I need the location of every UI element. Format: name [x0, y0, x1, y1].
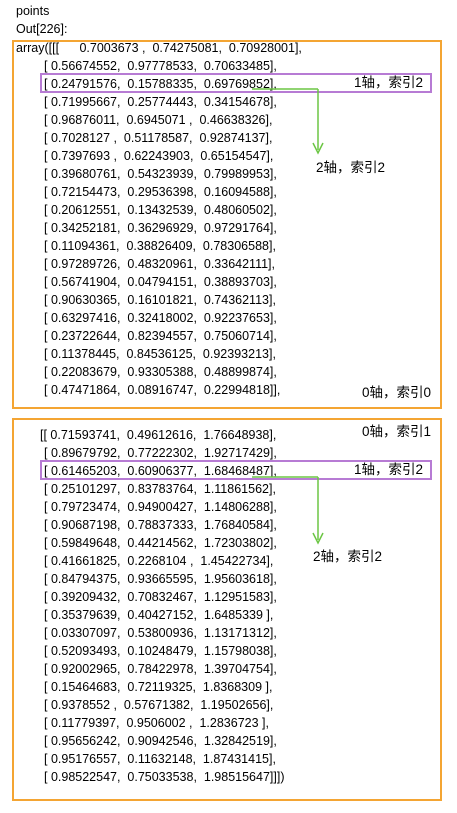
arrow-icon	[252, 476, 324, 545]
